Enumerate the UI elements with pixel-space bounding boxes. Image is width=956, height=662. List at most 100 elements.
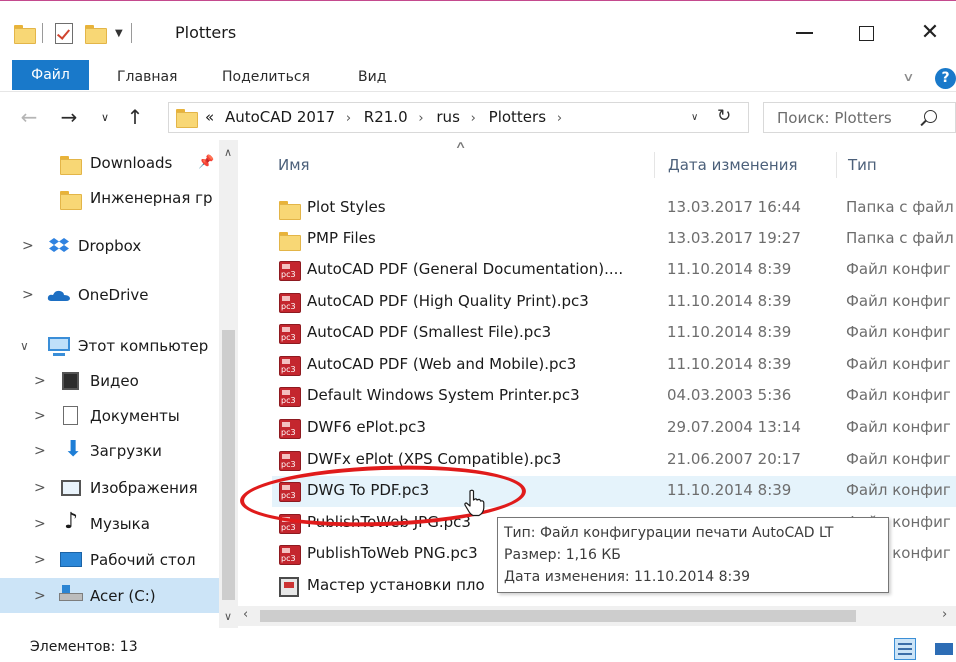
sidebar-item-pictures[interactable]: > Изображения [0,470,219,505]
file-row[interactable]: DWG To PDF.pc311.10.2014 8:39Файл конфиг [272,476,956,507]
file-row[interactable]: AutoCAD PDF (Web and Mobile).pc3 11.10.20… [272,350,956,381]
breadcrumb-autocad-2017[interactable]: AutoCAD 2017 [225,108,335,126]
scroll-up-icon[interactable]: ∧ [224,146,232,159]
file-row[interactable]: AutoCAD PDF (Smallest File).pc3 11.10.201… [272,318,956,349]
sidebar-item-label: Видео [90,371,139,390]
recent-locations-button[interactable]: ∨ [96,104,114,130]
search-icon[interactable] [924,110,937,123]
sidebar-item-downloads-pc[interactable]: > ⬇ Загрузки [0,433,219,468]
scroll-right-icon[interactable]: › [942,607,947,622]
breadcrumb-separator-icon[interactable]: › [557,111,562,126]
sidebar-item-label: Acer (C:) [90,586,156,605]
file-type: Файл конфиг [846,323,951,341]
breadcrumb-overflow[interactable]: « [205,108,214,126]
breadcrumb-plotters[interactable]: Plotters [489,108,546,126]
customize-toolbar-dropdown-icon[interactable]: ▼ [115,28,123,39]
breadcrumb-separator-icon[interactable]: › [346,111,351,126]
tab-home[interactable]: Главная [117,64,177,91]
tab-share[interactable]: Поделиться [222,64,310,91]
chevron-right-icon[interactable]: > [34,373,46,389]
scrollbar-thumb[interactable] [260,610,856,622]
sidebar-item-engineering[interactable]: Инженерная гр [0,180,219,215]
chevron-right-icon[interactable]: > [34,552,46,568]
chevron-down-icon[interactable]: ∨ [20,339,29,353]
pin-icon[interactable]: 📌 [198,155,214,170]
file-name: Default Windows System Printer.pc3 [307,386,580,404]
file-row[interactable]: DWFx ePlot (XPS Compatible).pc3 21.06.200… [272,445,956,476]
back-button[interactable]: ← [14,104,44,130]
file-row[interactable]: AutoCAD PDF (High Quality Print).pc3 11.1… [272,287,956,318]
music-icon: ♪ [64,509,79,534]
properties-icon[interactable] [55,22,73,44]
tab-file[interactable]: Файл [12,60,89,90]
tooltip-type: Тип: Файл конфигурации печати AutoCAD LT [504,525,834,541]
breadcrumb-r21[interactable]: R21.0 [364,108,408,126]
address-bar[interactable]: « AutoCAD 2017 › R21.0 › rus › Plotters … [168,102,749,133]
column-divider[interactable] [836,152,837,178]
sidebar-item-videos[interactable]: > Видео [0,363,219,398]
file-row[interactable]: Plot Styles 13.03.2017 16:44 Папка с файл [272,193,956,224]
sidebar-item-downloads[interactable]: Downloads 📌 [0,145,219,180]
horizontal-scrollbar[interactable]: ‹ › [238,606,956,626]
sidebar-item-dropbox[interactable]: > Dropbox [0,228,219,263]
pc3-icon [279,356,301,376]
column-header-date[interactable]: Дата изменения [668,150,798,180]
breadcrumb-separator-icon[interactable]: › [418,111,423,126]
chevron-right-icon[interactable]: > [22,238,34,254]
sidebar-item-music[interactable]: > ♪ Музыка [0,506,219,541]
chevron-right-icon[interactable]: > [34,480,46,496]
sidebar-scrollbar[interactable]: ∧ ∨ [219,140,238,630]
toolbar-divider [42,23,43,43]
maximize-button[interactable] [846,15,886,51]
details-view-icon[interactable] [894,638,916,660]
scrollbar-thumb[interactable] [222,330,235,600]
chevron-right-icon[interactable]: > [34,588,46,604]
pc3-icon [279,451,301,471]
expand-ribbon-chevron-icon[interactable]: ∨ [902,70,914,84]
navigation-pane: Downloads 📌 Инженерная гр > Dropbox > On… [0,140,238,630]
sidebar-item-drive-c[interactable]: > Acer (C:) [0,578,219,613]
search-input[interactable]: Поиск: Plotters [777,109,892,127]
new-folder-icon[interactable] [85,24,107,44]
scroll-left-icon[interactable]: ‹ [243,607,248,622]
file-type: Файл конфиг [846,292,951,310]
up-arrow-icon: ↑ [126,105,144,129]
scroll-down-icon[interactable]: ∨ [224,610,232,623]
file-row[interactable]: AutoCAD PDF (General Documentation).... 1… [272,255,956,286]
sidebar-item-desktop[interactable]: > Рабочий стол [0,542,219,577]
help-icon[interactable]: ? [935,68,956,89]
sidebar-item-documents[interactable]: > Документы [0,398,219,433]
pc3-icon [279,261,301,281]
search-box[interactable]: Поиск: Plotters [763,102,956,133]
file-row[interactable]: PMP Files 13.03.2017 19:27 Папка с файл [272,224,956,255]
breadcrumb-separator-icon[interactable]: › [471,111,476,126]
up-button[interactable]: ↑ [120,104,150,130]
close-button[interactable]: ✕ [910,15,950,51]
file-type: Файл конфиг [846,260,951,278]
forward-button[interactable]: → [54,104,84,130]
column-header-type[interactable]: Тип [848,150,877,180]
sidebar-item-label: Dropbox [78,236,142,255]
minimize-button[interactable] [784,15,824,51]
breadcrumb-rus[interactable]: rus [436,108,460,126]
sidebar-item-this-pc[interactable]: ∨ Этот компьютер [0,328,219,363]
column-divider[interactable] [654,152,655,178]
address-dropdown-icon[interactable]: ∨ [691,112,698,123]
column-header-name[interactable]: Имя [278,150,310,180]
chevron-right-icon[interactable]: > [22,287,34,303]
file-row[interactable]: Default Windows System Printer.pc3 04.03.… [272,381,956,412]
large-icons-view-icon[interactable] [932,638,956,660]
chevron-right-icon[interactable]: > [34,516,46,532]
sidebar-item-onedrive[interactable]: > OneDrive [0,277,219,312]
tab-view[interactable]: Вид [358,64,386,91]
file-name: DWF6 ePlot.pc3 [307,418,426,436]
chevron-right-icon[interactable]: > [34,443,46,459]
chevron-right-icon[interactable]: > [34,408,46,424]
file-type: Папка с файл [846,198,954,216]
file-row[interactable]: DWF6 ePlot.pc3 29.07.2004 13:14 Файл конфи… [272,413,956,444]
video-icon [62,372,79,390]
refresh-icon[interactable]: ↻ [717,106,731,126]
sidebar-item-label: Этот компьютер [78,336,209,355]
file-name: DWFx ePlot (XPS Compatible).pc3 [307,450,562,468]
folder-icon[interactable] [14,24,36,44]
